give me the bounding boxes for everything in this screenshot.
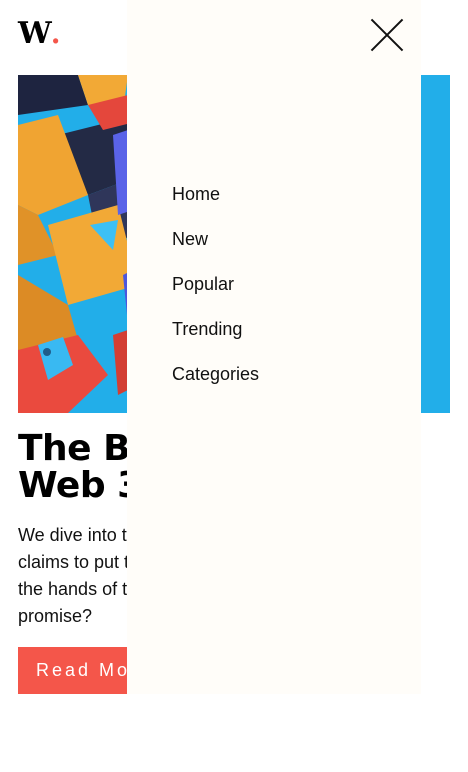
menu-item-home[interactable]: Home (172, 177, 259, 222)
menu-item-trending[interactable]: Trending (172, 312, 259, 357)
close-icon[interactable] (370, 18, 404, 52)
logo[interactable]: W. (18, 16, 61, 51)
logo-letter: W (18, 16, 52, 51)
menu-item-popular[interactable]: Popular (172, 267, 259, 312)
mobile-menu-panel: Home New Popular Trending Categories (127, 0, 421, 694)
menu-item-categories[interactable]: Categories (172, 357, 259, 402)
menu-item-new[interactable]: New (172, 222, 259, 267)
menu-list: Home New Popular Trending Categories (172, 177, 259, 402)
logo-dot: . (50, 17, 61, 50)
